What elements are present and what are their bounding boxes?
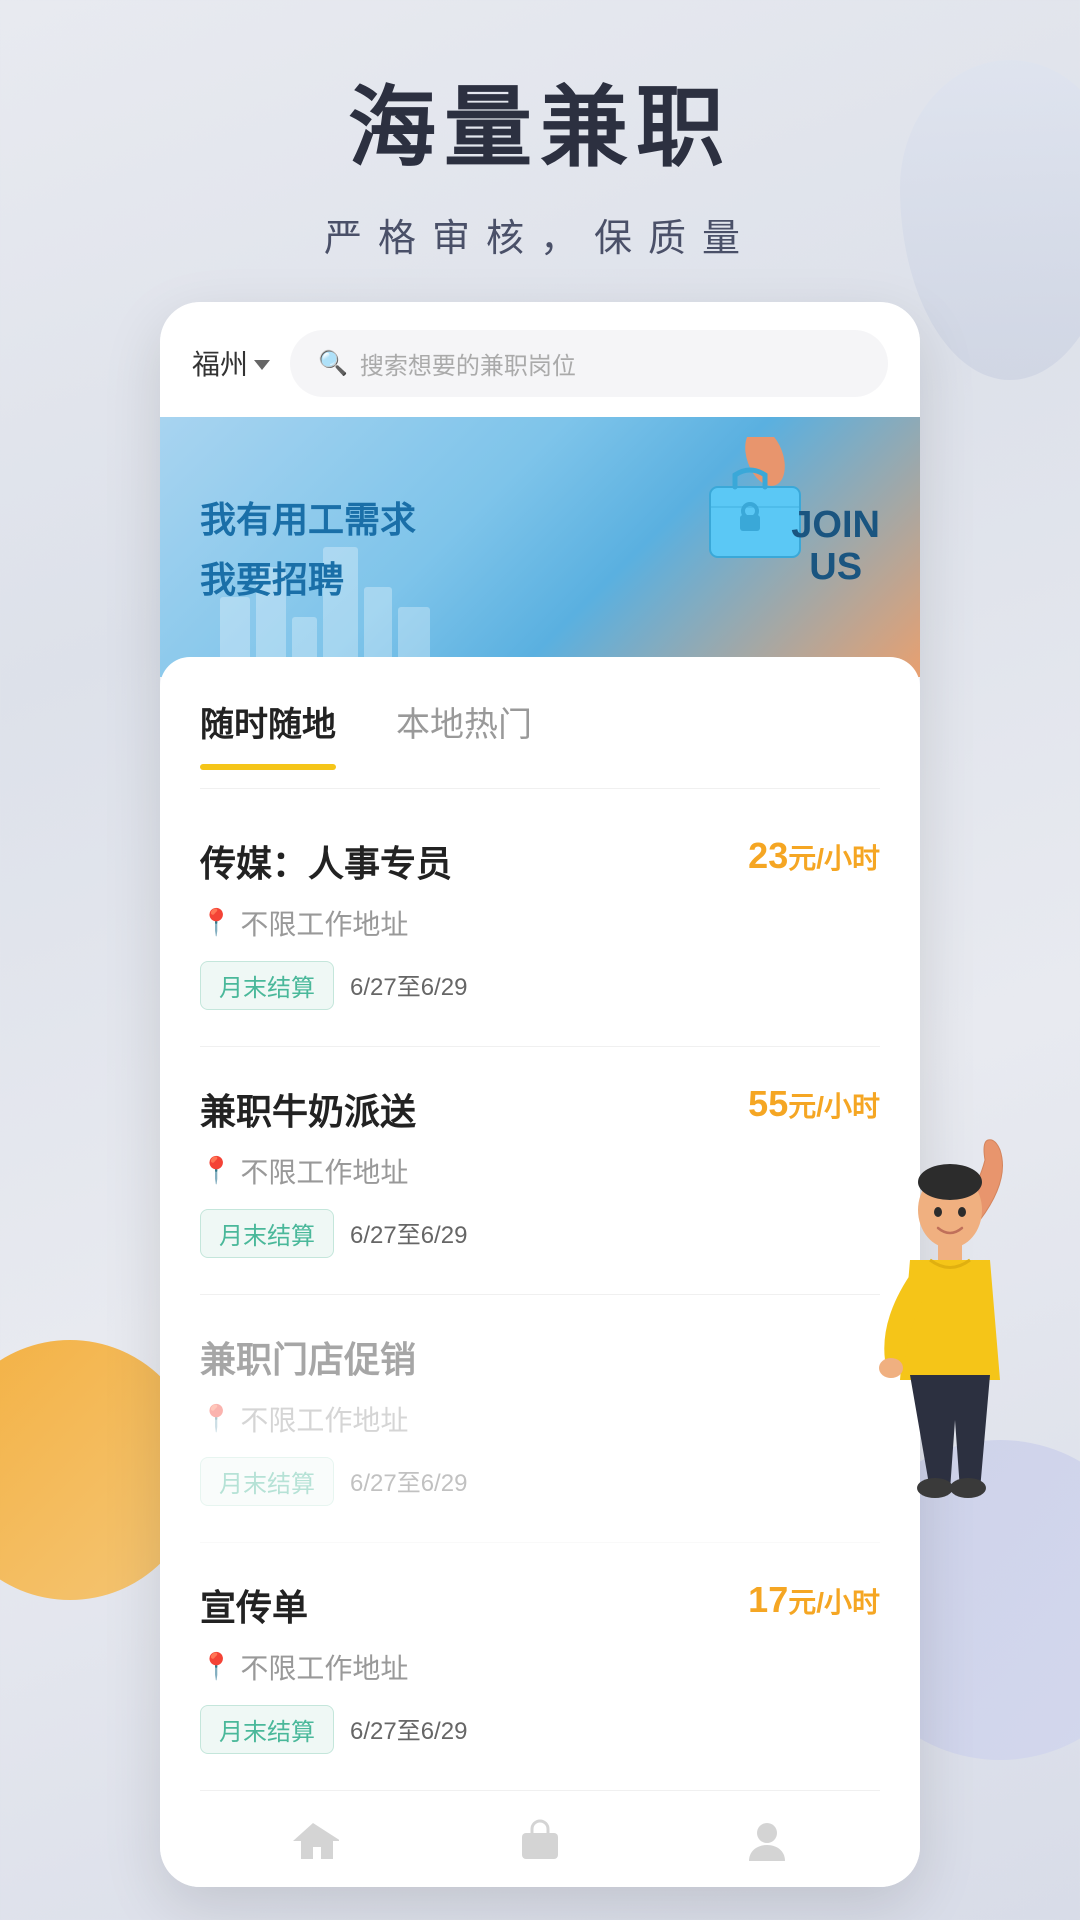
card-section: 随时随地 本地热门 传媒：人事专员 23元/小时 📍 不限工作地址 月末结 (160, 657, 920, 1887)
city-dropdown-arrow (254, 360, 270, 370)
job-3-header: 兼职门店促销 (200, 1331, 880, 1383)
job-2-title: 兼职牛奶派送 (200, 1083, 416, 1135)
job-item-2[interactable]: 兼职牛奶派送 55元/小时 📍 不限工作地址 月末结算 6/27至6/29 (200, 1047, 880, 1295)
tab-local-hot[interactable]: 本地热门 (396, 697, 532, 758)
job-3-location: 📍 不限工作地址 (200, 1399, 880, 1439)
banner[interactable]: 我有用工需求 我要招聘 JOIN US (160, 417, 920, 677)
hero-title: 海量兼职 (0, 80, 1080, 177)
job-4-date-tag: 6/27至6/29 (350, 1705, 467, 1754)
location-pin-icon-3: 📍 (200, 1403, 232, 1434)
job-item-4[interactable]: 宣传单 17元/小时 📍 不限工作地址 月末结算 6/27至6/29 (200, 1543, 880, 1790)
location-pin-icon-4: 📍 (200, 1651, 232, 1682)
nav-home[interactable] (287, 1815, 339, 1867)
job-4-settlement-tag: 月末结算 (200, 1705, 334, 1754)
job-2-location: 📍 不限工作地址 (200, 1151, 880, 1191)
job-1-date-tag: 6/27至6/29 (350, 961, 467, 1010)
job-2-settlement-tag: 月末结算 (200, 1209, 334, 1258)
search-bar[interactable]: 🔍 搜索想要的兼职岗位 (290, 330, 888, 397)
job-4-location: 📍 不限工作地址 (200, 1647, 880, 1687)
job-3-tags: 月末结算 6/27至6/29 (200, 1457, 880, 1506)
job-1-settlement-tag: 月末结算 (200, 961, 334, 1010)
job-1-location: 📍 不限工作地址 (200, 903, 880, 943)
bottom-nav (200, 1790, 880, 1887)
job-3-settlement-tag: 月末结算 (200, 1457, 334, 1506)
job-3-title: 兼职门店促销 (200, 1331, 416, 1383)
city-selector[interactable]: 福州 (192, 343, 270, 383)
city-name: 福州 (192, 343, 248, 383)
location-pin-icon-2: 📍 (200, 1155, 232, 1186)
job-2-date-tag: 6/27至6/29 (350, 1209, 467, 1258)
nav-jobs[interactable] (514, 1815, 566, 1867)
tab-anytime[interactable]: 随时随地 (200, 697, 336, 758)
job-item-3-partial[interactable]: 兼职门店促销 📍 不限工作地址 月末结算 6/27至6/29 (200, 1295, 880, 1543)
job-2-header: 兼职牛奶派送 55元/小时 (200, 1083, 880, 1135)
banner-text1: 我有用工需求 (200, 491, 416, 543)
nav-profile[interactable] (741, 1815, 793, 1867)
job-2-price: 55元/小时 (748, 1083, 880, 1125)
job-4-header: 宣传单 17元/小时 (200, 1579, 880, 1631)
search-icon: 🔍 (318, 349, 348, 378)
phone-mockup: 福州 🔍 搜索想要的兼职岗位 我有用工需求 我要招聘 JOIN US (160, 302, 920, 1887)
job-2-tags: 月末结算 6/27至6/29 (200, 1209, 880, 1258)
hero-subtitle: 严格审核，保质量 (0, 207, 1080, 262)
banner-join: JOIN US (791, 505, 880, 589)
job-1-header: 传媒：人事专员 23元/小时 (200, 835, 880, 887)
banner-join-line2: US (791, 547, 880, 589)
tabs: 随时随地 本地热门 (200, 657, 880, 789)
job-1-tags: 月末结算 6/27至6/29 (200, 961, 880, 1010)
job-3-date-tag: 6/27至6/29 (350, 1457, 467, 1506)
app-header: 福州 🔍 搜索想要的兼职岗位 (160, 302, 920, 417)
job-1-price: 23元/小时 (748, 835, 880, 877)
job-1-title: 传媒：人事专员 (200, 835, 452, 887)
hero-section: 海量兼职 严格审核，保质量 (0, 0, 1080, 302)
job-list: 传媒：人事专员 23元/小时 📍 不限工作地址 月末结算 6/27至6/29 (200, 789, 880, 1790)
banner-join-line1: JOIN (791, 505, 880, 547)
job-item-1[interactable]: 传媒：人事专员 23元/小时 📍 不限工作地址 月末结算 6/27至6/29 (200, 799, 880, 1047)
job-4-price: 17元/小时 (748, 1579, 880, 1621)
location-pin-icon: 📍 (200, 907, 232, 938)
banner-text2: 我要招聘 (200, 551, 416, 603)
character-illustration (850, 1120, 1050, 1500)
banner-text-group: 我有用工需求 我要招聘 (200, 491, 416, 603)
job-4-tags: 月末结算 6/27至6/29 (200, 1705, 880, 1754)
search-placeholder: 搜索想要的兼职岗位 (360, 346, 576, 381)
job-4-title: 宣传单 (200, 1579, 308, 1631)
